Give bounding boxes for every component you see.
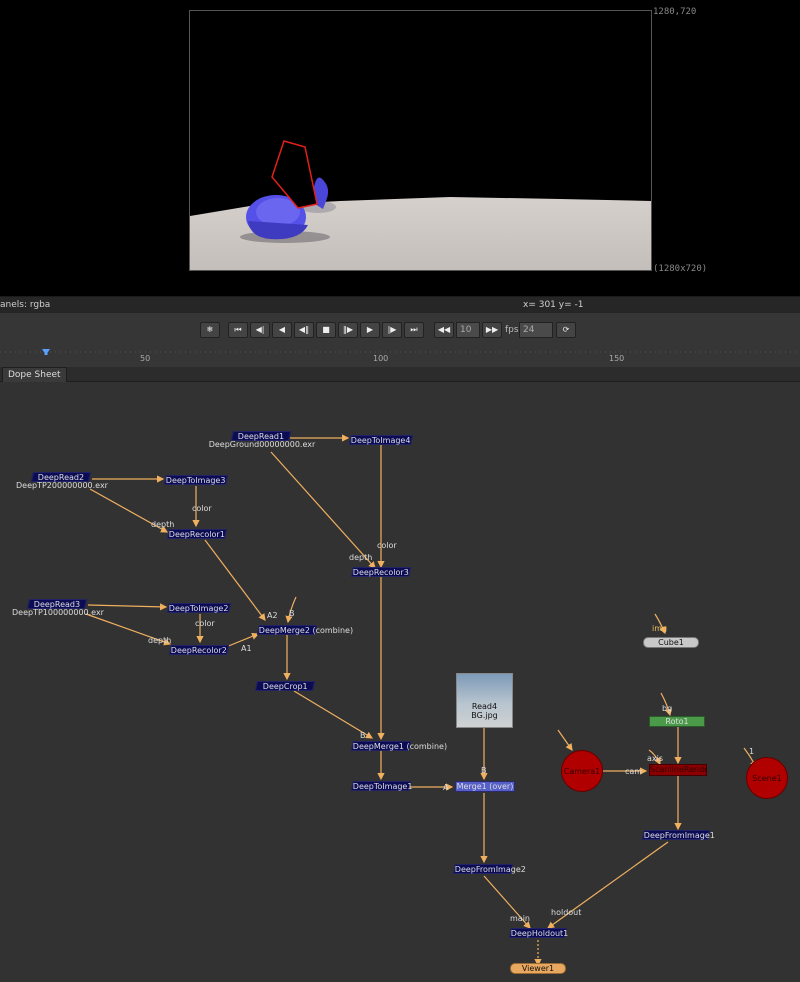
loop-icon[interactable]: ⟳	[556, 322, 576, 338]
edge-label-b: B	[360, 731, 366, 740]
viewer-frame[interactable]	[189, 10, 652, 271]
stop-icon[interactable]: ■	[316, 322, 336, 338]
skip-forward-icon[interactable]: ▶▶	[482, 322, 502, 338]
tab-dope-sheet[interactable]: Dope Sheet	[2, 367, 67, 382]
node-read4-file: BG.jpg	[471, 711, 498, 720]
node-deepcrop1[interactable]: DeepCrop1	[254, 681, 316, 691]
edge-label-bg: bg	[662, 704, 673, 713]
edge-label-color: color	[192, 504, 212, 513]
node-camera1[interactable]: Camera1	[561, 750, 603, 792]
step-forward-icon[interactable]: ▶	[360, 322, 380, 338]
edge-label-cam: cam	[625, 767, 643, 776]
node-viewer1[interactable]: Viewer1	[510, 963, 566, 974]
edge-label-depth: depth	[349, 553, 373, 562]
channels-label: anels: rgba	[0, 300, 51, 310]
edge-label-depth: depth	[151, 520, 175, 529]
node-deeptoimage2[interactable]: DeepToImage2	[166, 603, 232, 613]
edge-label-one: 1	[749, 747, 755, 756]
node-deeprecolor1[interactable]: DeepRecolor1	[166, 529, 228, 539]
edge-label-color: color	[377, 541, 397, 550]
step-back-icon[interactable]: ◀	[272, 322, 292, 338]
play-backward-icon[interactable]: ◀‖	[294, 322, 314, 338]
node-camera1-label: Camera1	[563, 767, 601, 776]
node-cube1[interactable]: Cube1	[643, 637, 699, 648]
next-keyframe-icon[interactable]: |▶	[382, 322, 402, 338]
edge-label-a2: A2	[267, 611, 278, 620]
node-deepread3-file: DeepTP100000000.exr	[12, 608, 104, 617]
edge-label-depth: depth	[148, 636, 172, 645]
node-deepread2-file: DeepTP200000000.exr	[16, 481, 108, 490]
edge-label-a1: A1	[241, 644, 252, 653]
node-scanlinerender1[interactable]: ScanlineRender1	[649, 764, 707, 776]
edge-label-b: B	[289, 609, 295, 618]
node-deepfromimage2[interactable]: DeepFromImage2	[452, 864, 526, 874]
viewer-info-bar: anels: rgba x= 301 y= -1	[0, 296, 800, 314]
node-deepmerge2[interactable]: DeepMerge2 (combine)	[256, 625, 353, 635]
last-frame-icon[interactable]: ⏭	[404, 322, 424, 338]
node-scene1-label: Scene1	[752, 774, 782, 783]
viewer-panel[interactable]: 1280,720 (1280x720)	[0, 0, 800, 296]
first-frame-icon[interactable]: ⏮	[228, 322, 248, 338]
edge-label-main: main	[510, 914, 530, 923]
tick-label: 100	[373, 354, 389, 363]
node-deepfromimage1[interactable]: DeepFromImage1	[641, 830, 715, 840]
tick-label: 150	[609, 354, 625, 363]
coordinates-readout: x= 301 y= -1	[523, 300, 584, 310]
resolution-label-top: 1280,720	[653, 7, 697, 17]
node-graph[interactable]: DeepRead1 DeepGround00000000.exr DeepToI…	[0, 382, 800, 982]
edge-label-b: B	[481, 766, 487, 775]
resolution-label-bottom: (1280x720)	[653, 264, 708, 274]
node-deeprecolor2[interactable]: DeepRecolor2	[168, 645, 230, 655]
timeline-ruler[interactable]: 50 100 150	[0, 349, 800, 367]
timeline-ticks	[0, 349, 800, 355]
play-forward-icon[interactable]: ‖▶	[338, 322, 358, 338]
node-deepread1-file: DeepGround00000000.exr	[208, 440, 316, 449]
prev-keyframe-icon[interactable]: ◀|	[250, 322, 270, 338]
edge-label-holdout: holdout	[551, 908, 582, 917]
edge-label-color: color	[195, 619, 215, 628]
node-deepholdout1[interactable]: DeepHoldout1	[508, 928, 568, 938]
node-read4[interactable]: Read4 BG.jpg	[456, 673, 513, 728]
edge-label-a: A	[443, 783, 449, 792]
playback-controls: ❄ ⏮ ◀| ◀ ◀‖ ■ ‖▶ ▶ |▶ ⏭ ◀◀ 10 ▶▶ fps 24 …	[0, 313, 800, 349]
fps-label: fps	[505, 325, 519, 335]
node-deeptoimage4[interactable]: DeepToImage4	[348, 435, 414, 445]
panel-tab-bar: Dope Sheet	[0, 367, 800, 382]
skip-back-icon[interactable]: ◀◀	[434, 322, 454, 338]
fps-field[interactable]: 24	[519, 322, 553, 338]
tick-label: 50	[140, 354, 151, 363]
edge-label-img: img	[652, 624, 668, 633]
edge-label-axis: axis	[647, 754, 664, 763]
node-merge1[interactable]: Merge1 (over)	[455, 781, 515, 792]
skip-increment-field[interactable]: 10	[456, 322, 480, 338]
node-deeprecolor3[interactable]: DeepRecolor3	[350, 567, 412, 577]
snowflake-icon[interactable]: ❄	[200, 322, 220, 338]
node-deepmerge1[interactable]: DeepMerge1 (combine)	[350, 741, 447, 751]
node-roto1[interactable]: Roto1	[649, 716, 705, 727]
node-deeptoimage3[interactable]: DeepToImage3	[163, 475, 229, 485]
node-scene1[interactable]: Scene1	[746, 757, 788, 799]
render-image	[190, 140, 651, 270]
node-read4-label: Read4	[471, 702, 498, 711]
node-connections	[85, 434, 757, 967]
node-deeptoimage1[interactable]: DeepToImage1	[350, 781, 412, 791]
